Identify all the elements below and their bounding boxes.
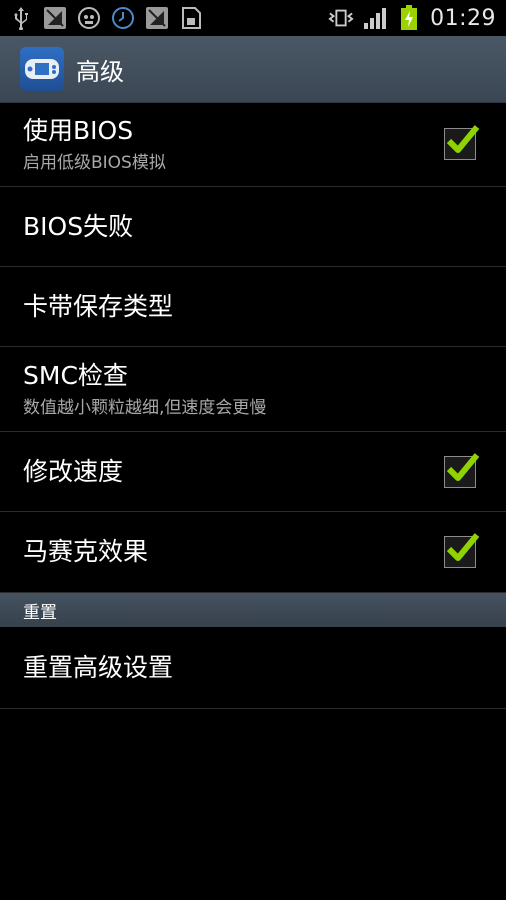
setting-mosaic-effect[interactable]: 马赛克效果 bbox=[0, 512, 506, 593]
sd-card-icon bbox=[178, 5, 204, 31]
section-header-reset: 重置 bbox=[0, 593, 506, 627]
setting-title: BIOS失败 bbox=[23, 211, 134, 241]
setting-summary: 启用低级BIOS模拟 bbox=[23, 153, 166, 174]
setting-title: 修改速度 bbox=[23, 456, 124, 486]
action-bar: 高级 bbox=[0, 36, 506, 103]
use-bios-checkbox[interactable] bbox=[444, 125, 480, 160]
check-icon bbox=[446, 452, 480, 481]
battery-charging-icon bbox=[396, 5, 422, 31]
status-clock: 01:29 bbox=[430, 5, 496, 31]
setting-smc-check[interactable]: SMC检查 数值越小颗粒越细,但速度会更慢 bbox=[0, 347, 506, 432]
setting-bios-fail[interactable]: BIOS失败 bbox=[0, 187, 506, 267]
status-bar: 01:29 bbox=[0, 0, 506, 36]
check-icon bbox=[446, 125, 480, 153]
settings-list: 使用BIOS 启用低级BIOS模拟 BIOS失败 卡带保存类型 SMC检查 数值… bbox=[0, 102, 506, 709]
usb-icon bbox=[8, 5, 34, 31]
vibrate-icon bbox=[328, 5, 354, 31]
setting-title: 马赛克效果 bbox=[23, 537, 149, 567]
mosaic-effect-checkbox[interactable] bbox=[444, 533, 480, 568]
setting-title: 重置高级设置 bbox=[23, 652, 174, 682]
setting-title: 卡带保存类型 bbox=[23, 291, 174, 321]
android-icon bbox=[76, 5, 102, 31]
no-signal-icon bbox=[42, 5, 68, 31]
no-signal-icon bbox=[144, 5, 170, 31]
app-icon[interactable] bbox=[20, 47, 64, 91]
setting-summary: 数值越小颗粒越细,但速度会更慢 bbox=[23, 398, 267, 419]
check-icon bbox=[446, 533, 480, 561]
modify-speed-checkbox[interactable] bbox=[444, 452, 480, 488]
setting-title: SMC检查 bbox=[23, 360, 128, 390]
setting-title: 使用BIOS bbox=[23, 115, 134, 145]
setting-modify-speed[interactable]: 修改速度 bbox=[0, 432, 506, 512]
setting-reset-advanced[interactable]: 重置高级设置 bbox=[0, 627, 506, 709]
setting-cartridge-save-type[interactable]: 卡带保存类型 bbox=[0, 267, 506, 347]
clock-sync-icon bbox=[110, 5, 136, 31]
page-title: 高级 bbox=[76, 57, 124, 86]
signal-bars-icon bbox=[362, 5, 388, 31]
setting-use-bios[interactable]: 使用BIOS 启用低级BIOS模拟 bbox=[0, 102, 506, 187]
